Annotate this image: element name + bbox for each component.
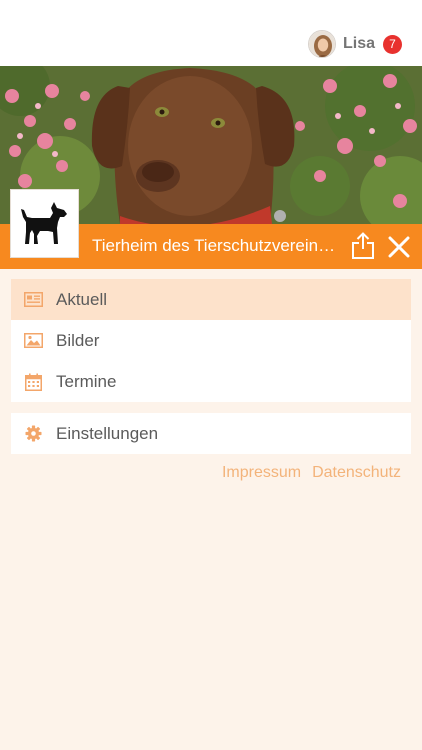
- impressum-link[interactable]: Impressum: [222, 464, 301, 482]
- main-menu: Aktuell Bilder Termine: [11, 279, 411, 402]
- shelter-title: Tierheim des Tierschutzvereins Gießen: [92, 236, 342, 255]
- calendar-icon: [24, 372, 43, 391]
- top-bar: Lisa 7: [0, 0, 422, 66]
- menu-item-einstellungen[interactable]: Einstellungen: [11, 413, 411, 454]
- notification-badge[interactable]: 7: [383, 34, 402, 54]
- footer-links: Impressum Datenschutz: [222, 464, 401, 482]
- menu-item-label: Einstellungen: [56, 423, 159, 443]
- dog-logo-icon: [20, 201, 67, 244]
- newspaper-icon: [24, 290, 43, 309]
- menu-item-bilder[interactable]: Bilder: [11, 320, 411, 361]
- menu-item-label: Bilder: [56, 330, 100, 350]
- close-button[interactable]: [387, 235, 411, 259]
- share-icon: [352, 232, 374, 259]
- settings-menu: Einstellungen: [11, 413, 411, 454]
- user-name[interactable]: Lisa: [343, 35, 375, 53]
- shelter-logo: [10, 189, 79, 258]
- menu-item-aktuell[interactable]: Aktuell: [11, 279, 411, 320]
- gear-icon: [24, 424, 43, 443]
- share-button[interactable]: [351, 232, 375, 260]
- menu-item-label: Termine: [56, 371, 117, 391]
- close-icon: [388, 236, 410, 258]
- avatar[interactable]: [307, 30, 336, 58]
- datenschutz-link[interactable]: Datenschutz: [312, 464, 401, 482]
- menu-item-label: Aktuell: [56, 289, 108, 309]
- menu-item-termine[interactable]: Termine: [11, 361, 411, 402]
- user-profile[interactable]: Lisa 7: [307, 30, 402, 58]
- image-icon: [24, 331, 43, 350]
